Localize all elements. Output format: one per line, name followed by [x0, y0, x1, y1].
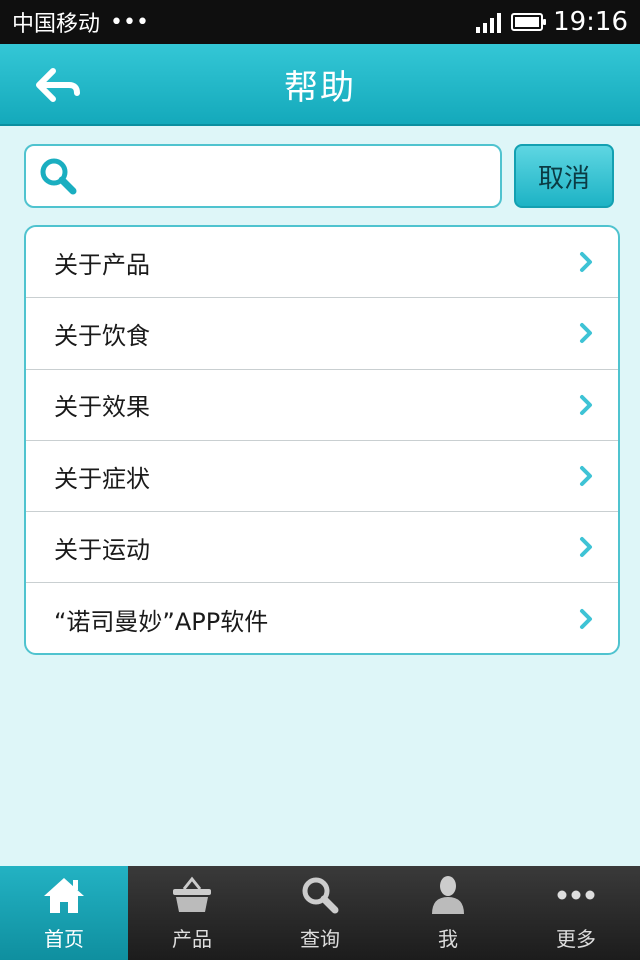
bottom-tab-bar: 首页 产品 查询 我 更多: [0, 866, 640, 960]
menu-item-diet[interactable]: 关于饮食: [26, 298, 618, 370]
menu-item-label: 关于效果: [54, 393, 150, 422]
menu-item-label: 关于产品: [54, 250, 150, 279]
help-menu-list: 关于产品 关于饮食 关于效果 关于症状 关于运动 “诺司曼妙”APP软件: [24, 225, 620, 655]
menu-item-app[interactable]: “诺司曼妙”APP软件: [26, 583, 618, 653]
chevron-right-icon: [580, 252, 592, 273]
carrier-label: 中国移动: [12, 12, 101, 37]
tab-label: 查询: [300, 926, 340, 951]
notification-dots: •••: [110, 9, 149, 35]
status-bar: 中国移动 ••• 19:16: [0, 0, 640, 44]
status-right: 19:16: [476, 7, 628, 37]
chevron-right-icon: [580, 394, 592, 415]
chevron-right-icon: [580, 323, 592, 344]
tab-label: 更多: [556, 926, 596, 951]
tab-label: 产品: [172, 926, 212, 951]
back-button[interactable]: [24, 60, 88, 110]
back-arrow-icon: [36, 68, 80, 102]
menu-item-label: “诺司曼妙”APP软件: [54, 607, 269, 636]
chevron-right-icon: [580, 466, 592, 487]
menu-item-label: 关于运动: [54, 535, 150, 564]
person-icon: [432, 875, 464, 914]
menu-item-label: 关于饮食: [54, 321, 150, 350]
search-input[interactable]: [88, 146, 500, 206]
tab-product[interactable]: 产品: [128, 866, 256, 960]
tab-query[interactable]: 查询: [256, 866, 384, 960]
more-icon: [557, 890, 595, 899]
menu-item-effect[interactable]: 关于效果: [26, 370, 618, 441]
signal-icon: [476, 11, 502, 33]
menu-item-product[interactable]: 关于产品: [26, 227, 618, 299]
tab-label: 我: [438, 926, 458, 951]
clock: 19:16: [553, 7, 628, 37]
chevron-right-icon: [580, 609, 592, 630]
tab-more[interactable]: 更多: [512, 866, 640, 960]
search-box[interactable]: [24, 144, 502, 208]
menu-item-label: 关于症状: [54, 464, 150, 493]
battery-icon: [511, 13, 547, 31]
page-title: 帮助: [284, 67, 356, 108]
tab-label: 首页: [44, 926, 84, 951]
menu-item-exercise[interactable]: 关于运动: [26, 512, 618, 584]
chevron-right-icon: [580, 537, 592, 558]
status-left: 中国移动 •••: [12, 6, 149, 38]
cancel-button[interactable]: 取消: [514, 144, 614, 208]
home-icon: [44, 877, 84, 913]
search-icon: [40, 158, 77, 195]
menu-item-symptom[interactable]: 关于症状: [26, 441, 618, 513]
tab-me[interactable]: 我: [384, 866, 512, 960]
header-bar: 帮助: [0, 44, 640, 126]
tab-home[interactable]: 首页: [0, 866, 128, 960]
search-icon: [302, 877, 339, 913]
basket-icon: [173, 876, 211, 912]
